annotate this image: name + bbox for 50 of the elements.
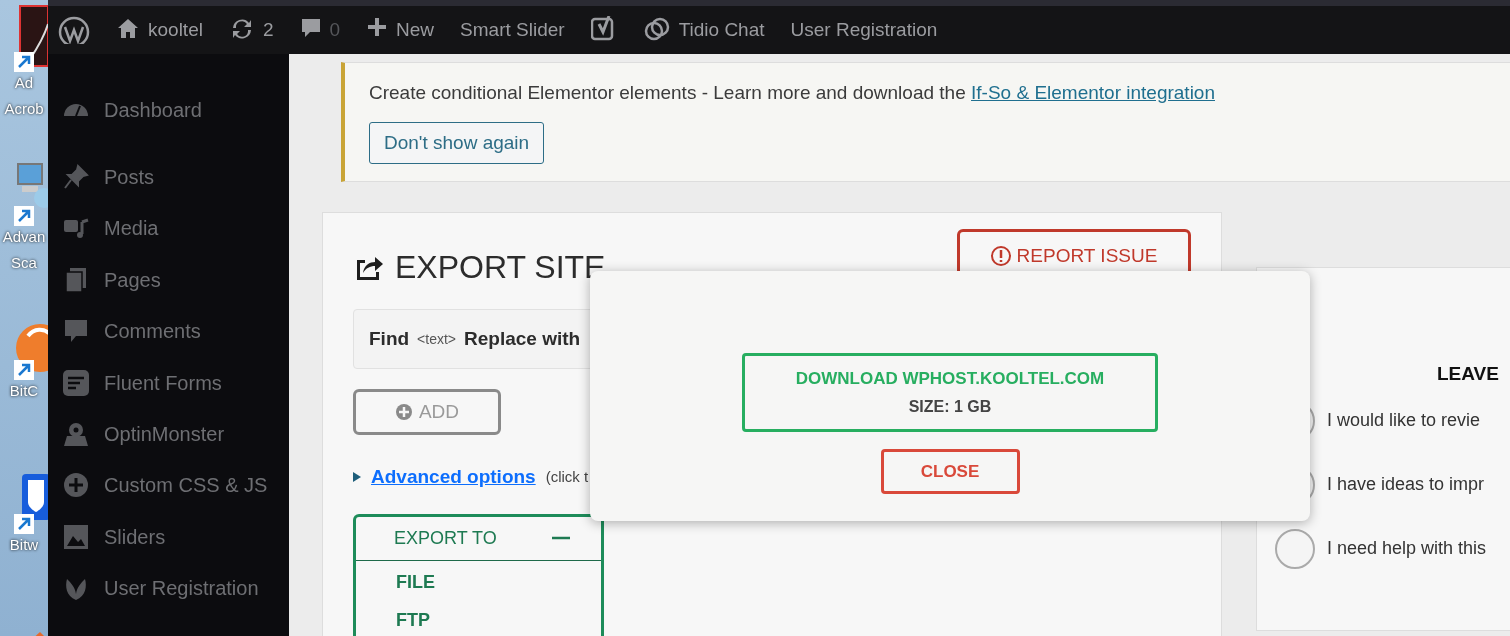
menu-link[interactable]: User Registration xyxy=(790,15,938,45)
expand-triangle-icon[interactable] xyxy=(353,472,361,483)
notice-text: Create conditional Elementor elements - Learn more and download the If-So & Elementor integration xyxy=(369,81,1216,105)
shortcut-arrow-icon xyxy=(14,360,34,380)
count-label[interactable]: 2 xyxy=(262,15,274,45)
icon-label[interactable]: BitC xyxy=(9,378,39,404)
field-label: Replace with xyxy=(464,326,581,351)
form-lines-icon xyxy=(62,368,90,397)
sidebar-item[interactable]: User Registration xyxy=(48,562,289,614)
integration-link[interactable]: If-So & Elementor integration xyxy=(971,82,1215,103)
sidebar-item[interactable]: Pages xyxy=(48,254,289,306)
plus-circle-icon xyxy=(62,471,90,500)
shortcut-arrow-icon xyxy=(14,514,34,534)
plus-circle-icon xyxy=(394,403,413,421)
card-title: LEAVE xyxy=(1436,362,1500,386)
sidebar-item[interactable]: Fluent Forms xyxy=(48,356,289,409)
field-label: Find xyxy=(369,326,410,351)
placeholder-text: <text> xyxy=(417,329,457,349)
export-option[interactable]: FILE xyxy=(356,560,601,599)
option-label: I need help with this xyxy=(1327,537,1487,560)
radio-button[interactable] xyxy=(1275,528,1315,569)
count-label[interactable]: 0 xyxy=(329,15,341,45)
advanced-options-link[interactable]: Advanced options xyxy=(371,463,536,492)
option-label: I have ideas to impr xyxy=(1327,473,1485,496)
hint-text: (click t xyxy=(545,467,589,487)
sidebar-item[interactable]: OptinMonster xyxy=(48,408,289,460)
dismiss-button[interactable]: Don't show again xyxy=(369,121,545,164)
sidebar-item[interactable]: Comments xyxy=(48,305,289,357)
menu-link[interactable]: Smart Slider xyxy=(460,15,565,45)
close-button[interactable]: CLOSE xyxy=(880,449,1020,494)
image-icon xyxy=(62,522,90,551)
menu-link[interactable]: Tidio Chat xyxy=(678,15,765,45)
add-button[interactable]: ADD xyxy=(353,389,501,435)
alert-icon xyxy=(990,246,1011,266)
icon-label[interactable]: Bitw xyxy=(9,532,39,558)
sidebar-item[interactable]: Custom CSS & JS xyxy=(48,459,289,512)
sidebar-item[interactable]: Sliders xyxy=(48,511,289,563)
menu-link[interactable]: kooltel xyxy=(148,15,203,45)
panel-title: EXPORT TO xyxy=(394,526,497,550)
sidebar-item[interactable]: Posts xyxy=(48,151,289,203)
shortcut-arrow-icon xyxy=(14,52,34,72)
export-option[interactable]: FTP xyxy=(356,598,601,636)
menu-link[interactable]: New xyxy=(396,15,435,45)
monster-icon xyxy=(62,420,90,449)
shortcut-arrow-icon xyxy=(14,206,34,226)
sidebar-item[interactable]: Media xyxy=(48,202,289,255)
sidebar-item[interactable]: Dashboard xyxy=(48,84,289,136)
wordpress-logo-icon[interactable] xyxy=(58,16,90,44)
download-button[interactable]: DOWNLOAD WPHOST.KOOLTEL.COM SIZE: 1 GB xyxy=(742,353,1158,432)
option-label: I would like to revie xyxy=(1327,409,1481,432)
